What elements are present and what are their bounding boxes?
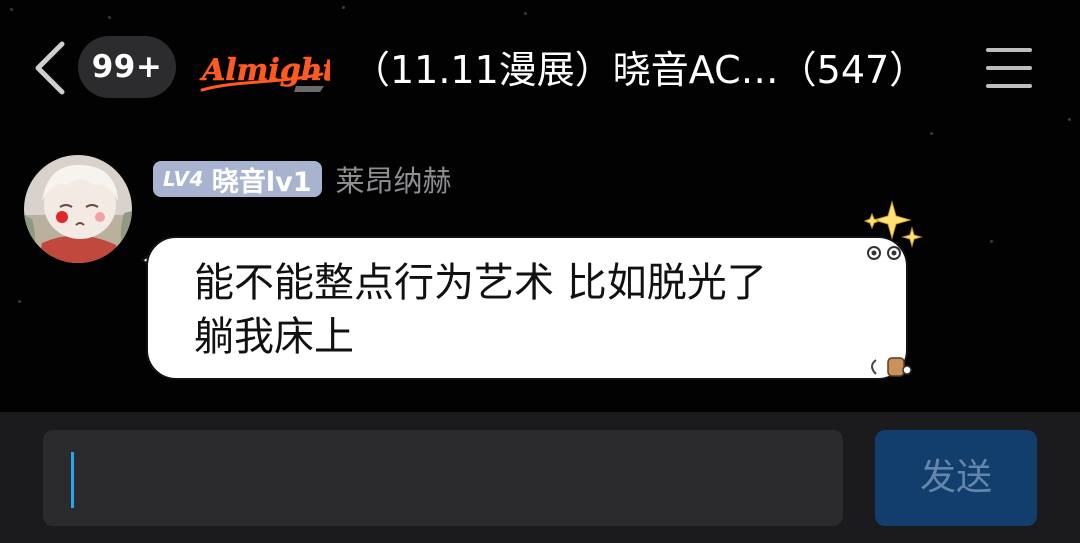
sender-avatar[interactable] xyxy=(24,155,132,263)
background-star xyxy=(18,300,21,303)
text-caret xyxy=(71,452,74,508)
message-line: 能不能整点行为艺术 比如脱光了 xyxy=(194,260,767,306)
composer-bar: 发送 xyxy=(0,412,1080,543)
eyes-decoration xyxy=(867,246,901,260)
message-bubble[interactable]: 能不能整点行为艺术 比如脱光了 躺我床上 xyxy=(146,236,908,380)
level-title: 晓音lv1 xyxy=(211,166,312,198)
level-badge[interactable]: LV4 晓音lv1 xyxy=(153,161,322,198)
message-input[interactable] xyxy=(43,430,843,526)
sender-name[interactable]: 莱昂纳赫 xyxy=(336,158,452,200)
chat-title: （11.11漫展）晓音AC…（547） xyxy=(352,48,928,92)
message-text: 能不能整点行为艺术 比如脱光了 躺我床上 xyxy=(194,256,874,364)
unread-count-badge[interactable]: 99+ xyxy=(78,36,176,98)
svg-text:Almighty: Almighty xyxy=(199,53,330,88)
chat-header: 99+ Almighty （11.11漫展）晓音AC…（547） xyxy=(0,0,1080,140)
message-line: 躺我床上 xyxy=(194,314,354,360)
sender-info: LV4 晓音lv1 莱昂纳赫 xyxy=(153,160,452,198)
send-button[interactable]: 发送 xyxy=(875,430,1037,526)
menu-button[interactable] xyxy=(986,46,1034,90)
bear-decoration xyxy=(871,357,912,377)
level-tag: LV4 xyxy=(163,167,204,191)
back-button[interactable] xyxy=(30,38,72,98)
background-star xyxy=(990,240,993,243)
chat-screen: 99+ Almighty （11.11漫展）晓音AC…（547） xyxy=(0,0,1080,543)
chevron-left-icon xyxy=(35,41,65,95)
group-logo: Almighty xyxy=(196,40,330,100)
